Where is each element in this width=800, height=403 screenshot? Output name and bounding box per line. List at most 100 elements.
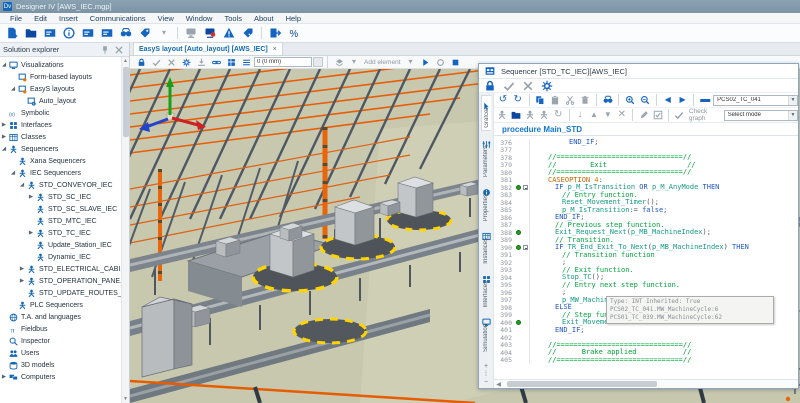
card-list-icon[interactable]	[98, 25, 116, 41]
menu-about[interactable]: About	[248, 13, 280, 24]
stop-icon[interactable]	[449, 56, 463, 68]
breakpoint-dot-icon[interactable]	[514, 245, 522, 250]
menu-tools[interactable]: Tools	[218, 13, 248, 24]
tree-item-std-conveyor-iec[interactable]: ◢STD_CONVEYOR_IEC	[0, 179, 121, 191]
mode-selector[interactable]: Select mode▼	[724, 110, 798, 121]
remove-x-icon[interactable]: ✕	[615, 109, 628, 122]
tree-expander-icon[interactable]: ◢	[0, 146, 8, 152]
menu-help[interactable]: Help	[280, 13, 307, 24]
tree-item-symbolic[interactable]: (x)Symbolic	[0, 107, 121, 119]
side-tab-parameters[interactable]: Parameters	[482, 134, 491, 179]
tree-item-sequencers[interactable]: ◢Sequencers	[0, 143, 121, 155]
computer-online-icon[interactable]	[182, 25, 200, 41]
tree-item-std-sc-iec[interactable]: ▶STD_SC_IEC	[0, 191, 121, 203]
copy-icon[interactable]	[534, 94, 548, 107]
side-tab-grafcet[interactable]: Grafcet	[481, 95, 491, 131]
undo-icon[interactable]: ↺	[496, 94, 510, 107]
step-tool-icon[interactable]	[496, 109, 509, 122]
tree-item-std-operation-pane[interactable]: ▶STD_OPERATION_PANE...	[0, 275, 121, 287]
tree-expander-icon[interactable]: ◢	[9, 86, 17, 92]
tab-easys-layout[interactable]: EasyS layout [Auto_layout] [AWS_IEC] ×	[133, 42, 283, 55]
step-remove-icon[interactable]	[538, 109, 551, 122]
code-horizontal-scrollbar[interactable]: ◀	[494, 379, 798, 388]
close-icon[interactable]	[112, 43, 126, 56]
checkbox-icon[interactable]	[651, 109, 664, 122]
side-zoom-controls[interactable]: +⁞−	[484, 363, 488, 388]
validate-check-icon[interactable]	[500, 78, 518, 94]
tree-expander-icon[interactable]: ◢	[9, 170, 17, 176]
card-view-icon[interactable]	[79, 25, 97, 41]
side-tab-instances[interactable]: Instances	[482, 226, 491, 266]
tree-item-std-sc-slave-iec[interactable]: STD_SC_SLAVE_IEC	[0, 203, 121, 215]
tag-dropdown-caret[interactable]: ▾	[155, 25, 173, 41]
chevron-down-icon[interactable]: ▼	[788, 96, 797, 105]
lock-icon[interactable]	[134, 56, 148, 68]
tree-expander-icon[interactable]: ▶	[0, 134, 8, 140]
cancel-x-icon[interactable]	[164, 56, 178, 68]
tab-close-icon[interactable]: ×	[273, 46, 277, 53]
play-icon[interactable]	[419, 56, 433, 68]
collapse-dash-icon[interactable]: ▬	[698, 94, 712, 107]
tree-item-auto-layout[interactable]: Auto_layout	[0, 95, 121, 107]
percent-settings-icon[interactable]: %	[285, 25, 303, 41]
menu-communications[interactable]: Communications	[84, 13, 152, 24]
lock-icon[interactable]	[481, 78, 499, 94]
navigate-back-icon[interactable]: ◀	[661, 94, 675, 107]
plc-selector[interactable]: PCS02_TC_041▼	[713, 95, 798, 106]
snap-grid-icon[interactable]	[224, 56, 238, 68]
menu-insert[interactable]: Insert	[53, 13, 84, 24]
sequencer-titlebar[interactable]: Sequencer [STD_TC_IEC][AWS_IEC]	[479, 64, 798, 79]
settings-gear-icon[interactable]	[538, 78, 556, 94]
info-icon[interactable]	[60, 25, 78, 41]
zoom-divider[interactable]: ⁞	[485, 371, 487, 378]
side-tab-interfaces[interactable]: Interfaces	[482, 269, 491, 309]
scroll-down-icon[interactable]: ▼	[123, 395, 128, 403]
computer-offline-icon[interactable]	[201, 25, 219, 41]
measure-input[interactable]	[254, 57, 312, 67]
zoom-minus-button[interactable]: −	[484, 379, 488, 386]
menu-file[interactable]: File	[4, 13, 28, 24]
tag-icon[interactable]	[136, 25, 154, 41]
tree-expander-icon[interactable]: ▶	[27, 194, 35, 200]
discard-x-icon[interactable]	[519, 78, 537, 94]
tree-item-fieldbus[interactable]: πFieldbus	[0, 323, 121, 335]
align-bottom-icon[interactable]: ▼	[601, 109, 614, 122]
tree-item-xana-sequencers[interactable]: Xana Sequencers	[0, 155, 121, 167]
menu-edit[interactable]: Edit	[28, 13, 53, 24]
tree-item-std-mtc-iec[interactable]: STD_MTC_IEC	[0, 215, 121, 227]
tree-expander-icon[interactable]: ▶	[0, 122, 8, 128]
scroll-up-icon[interactable]: ▲	[123, 57, 128, 65]
tree-item-std-update-routes-iec[interactable]: STD_UPDATE_ROUTES_IEC	[0, 287, 121, 299]
fold-collapse-icon[interactable]	[522, 184, 530, 192]
scrollbar-thumb[interactable]	[123, 67, 129, 137]
menu-window[interactable]: Window	[180, 13, 219, 24]
step-add-icon[interactable]	[524, 109, 537, 122]
side-tab-properties[interactable]: Properties	[482, 182, 491, 223]
open-project-icon[interactable]	[22, 25, 40, 41]
tree-item-dynamic-iec[interactable]: Dynamic_IEC	[0, 251, 121, 263]
tree-item-classes[interactable]: ▶Classes	[0, 131, 121, 143]
breakpoint-dot-icon[interactable]	[514, 320, 522, 325]
add-element-label[interactable]: Add element	[362, 59, 403, 66]
layers-icon[interactable]	[332, 56, 346, 68]
tree-item-visualizations[interactable]: ◢Visualizations	[0, 59, 121, 71]
reload-icon[interactable]: ↻	[552, 109, 565, 122]
measure-picker-button[interactable]	[313, 57, 323, 67]
warning-icon[interactable]	[220, 25, 238, 41]
apply-check-icon[interactable]	[149, 56, 163, 68]
tree-item-iec-sequencers[interactable]: ◢IEC Sequencers	[0, 167, 121, 179]
zoom-out-icon[interactable]	[638, 94, 652, 107]
find-binoculars-icon[interactable]	[601, 94, 615, 107]
pin-icon[interactable]	[98, 43, 112, 56]
link-icon[interactable]	[209, 56, 223, 68]
tree-item-form-based-layouts[interactable]: Form-based layouts	[0, 71, 121, 83]
list-menu-icon[interactable]	[239, 56, 253, 68]
zoom-plus-button[interactable]: +	[484, 363, 488, 370]
side-tab-simulation[interactable]: Simulation	[482, 312, 491, 354]
fold-collapse-icon[interactable]	[522, 244, 530, 252]
tree-expander-icon[interactable]: ▶	[0, 374, 8, 380]
tree-item-computers[interactable]: ▶Computers	[0, 371, 121, 383]
tree-item-users[interactable]: Users	[0, 347, 121, 359]
breakpoint-dot-icon[interactable]	[514, 230, 522, 235]
tree-item-interfaces[interactable]: ▶Interfaces	[0, 119, 121, 131]
